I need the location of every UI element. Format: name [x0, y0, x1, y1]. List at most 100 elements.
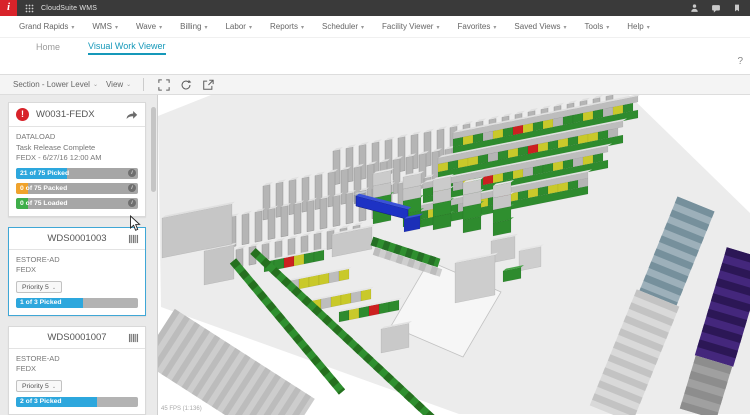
section-dropdown-label: Section - Lower Level	[13, 80, 90, 89]
progress-label: 1 of 3 Picked	[20, 298, 62, 306]
chevron-down-icon: ▾	[248, 25, 252, 31]
work-account: ESTORE-AD	[16, 353, 60, 363]
warehouse-scene	[158, 95, 750, 415]
chevron-down-icon: ▾	[606, 25, 610, 31]
work-carrier: FEDX	[16, 364, 37, 373]
chevron-down-icon: ▾	[159, 25, 163, 31]
warehouse-3d-viewport[interactable]: 45 FPS (1:136)	[157, 95, 750, 415]
user-icon[interactable]	[690, 3, 699, 13]
work-card[interactable]: WDS0001003 ESTORE-AD FEDX Priority 5 ⌄ 1 …	[8, 226, 146, 316]
menu-label: Labor	[225, 22, 246, 31]
view-dropdown[interactable]: View ⌄	[106, 80, 139, 89]
wave-carrier-date: FEDX - 6/27/16 12:00 AM	[16, 153, 102, 162]
work-card-header: WDS0001003	[9, 228, 145, 249]
menu-item-wms[interactable]: WMS ▾	[83, 22, 127, 31]
reset-view-icon[interactable]	[180, 79, 192, 91]
barcode-icon[interactable]	[128, 234, 139, 244]
menu-label: Help	[627, 22, 644, 31]
menu-item-reports[interactable]: Reports ▾	[261, 22, 313, 31]
work-id: WDS0001007	[47, 331, 107, 343]
menu-item-grand-rapids[interactable]: Grand Rapids ▾	[10, 22, 83, 31]
app-window: i CloudSuite WMS Grand Rapids ▾ WMS ▾ Wave…	[0, 0, 750, 415]
fps-counter: 45 FPS (1:136)	[161, 406, 202, 412]
progress-label: 0 of 75 Packed	[20, 184, 68, 192]
viewer-toolbar: Section - Lower Level ⌄ View ⌄	[0, 74, 750, 95]
tab-visual-work-viewer[interactable]: Visual Work Viewer	[88, 41, 166, 55]
app-grid-icon[interactable]	[25, 4, 34, 13]
share-icon[interactable]	[125, 109, 138, 120]
tab-home[interactable]: Home	[36, 42, 60, 55]
menu-label: Saved Views	[514, 22, 561, 31]
work-id: WDS0001003	[47, 232, 107, 244]
menu-item-facility-viewer[interactable]: Facility Viewer ▾	[373, 22, 448, 31]
section-dropdown[interactable]: Section - Lower Level ⌄	[13, 80, 106, 89]
menu-item-favorites[interactable]: Favorites ▾	[448, 22, 505, 31]
work-card-body: ESTORE-AD FEDX Priority 5 ⌄ 2 of 3 Picked	[9, 349, 145, 414]
help-icon[interactable]: ?	[737, 56, 743, 67]
chevron-down-icon: ⌄	[126, 82, 132, 88]
menu-item-saved-views[interactable]: Saved Views ▾	[505, 22, 575, 31]
toolbar-divider	[143, 78, 145, 91]
chevron-down-icon: ⌄	[51, 383, 57, 390]
chevron-down-icon: ▾	[71, 25, 75, 31]
bookmark-icon[interactable]	[733, 3, 741, 13]
chevron-down-icon: ▾	[300, 25, 304, 31]
menu-item-help[interactable]: Help ▾	[618, 22, 658, 31]
work-card-body: ESTORE-AD FEDX Priority 5 ⌄ 1 of 3 Picked	[9, 250, 145, 315]
chevron-down-icon: ▾	[436, 25, 440, 31]
picked-progress-bar[interactable]: 2 of 3 Picked	[16, 396, 138, 407]
info-icon[interactable]: i	[128, 184, 136, 192]
menu-label: Reports	[269, 22, 298, 31]
menu-label: Billing	[180, 22, 202, 31]
wave-card-body: DATALOAD Task Release Complete FEDX - 6/…	[9, 127, 145, 216]
menu-label: Tools	[584, 22, 604, 31]
progress-label: 0 of 75 Loaded	[20, 199, 68, 207]
work-list-sidebar: ! W0031-FEDX DATALOAD Task Release Compl…	[0, 95, 157, 415]
menu-label: Facility Viewer	[382, 22, 434, 31]
work-card[interactable]: WDS0001007 ESTORE-AD FEDX Priority 5 ⌄ 2 …	[8, 325, 146, 415]
progress-label: 21 of 75 Picked	[20, 169, 70, 177]
chevron-down-icon: ▾	[646, 25, 650, 31]
export-icon[interactable]	[202, 79, 214, 91]
messages-icon[interactable]	[711, 3, 721, 13]
fit-to-screen-icon[interactable]	[158, 78, 170, 91]
chevron-down-icon: ▾	[361, 25, 365, 31]
menu-label: Wave	[135, 22, 157, 31]
wave-type: DATALOAD	[16, 132, 56, 141]
chevron-down-icon: ⌄	[51, 284, 57, 291]
picked-progress-bar[interactable]: 21 of 75 Picked i	[16, 167, 138, 179]
loaded-progress-bar[interactable]: 0 of 75 Loaded i	[16, 197, 138, 209]
progress-label: 2 of 3 Picked	[20, 397, 62, 405]
priority-label: Priority 5	[22, 283, 49, 291]
menu-item-scheduler[interactable]: Scheduler ▾	[313, 22, 373, 31]
mouse-cursor	[130, 215, 141, 231]
menu-item-labor[interactable]: Labor ▾	[216, 22, 260, 31]
wave-card[interactable]: ! W0031-FEDX DATALOAD Task Release Compl…	[8, 102, 146, 217]
sub-header: ?	[0, 55, 750, 74]
menu-item-wave[interactable]: Wave ▾	[127, 22, 171, 31]
chevron-down-icon: ⌄	[92, 82, 98, 88]
sidebar-scrollbar[interactable]	[151, 107, 156, 192]
priority-label: Priority 5	[22, 382, 49, 390]
info-icon[interactable]: i	[128, 169, 136, 177]
menu-label: Favorites	[457, 22, 491, 31]
barcode-icon[interactable]	[128, 333, 139, 343]
infor-logo: i	[0, 0, 17, 16]
chevron-down-icon: ▾	[563, 25, 567, 31]
priority-dropdown[interactable]: Priority 5 ⌄	[16, 281, 63, 293]
wave-card-header: ! W0031-FEDX	[9, 103, 145, 126]
menu-label: Grand Rapids	[19, 22, 69, 31]
packed-progress-bar[interactable]: 0 of 75 Packed i	[16, 182, 138, 194]
chevron-down-icon: ▾	[493, 25, 497, 31]
priority-dropdown[interactable]: Priority 5 ⌄	[16, 380, 63, 392]
work-card-header: WDS0001007	[9, 327, 145, 348]
menu-label: WMS	[92, 22, 112, 31]
info-icon[interactable]: i	[128, 199, 136, 207]
main-menu-bar: Grand Rapids ▾ WMS ▾ Wave ▾ Billing ▾ Labor ▾…	[0, 16, 750, 38]
top-bar-actions	[690, 3, 750, 13]
picked-progress-bar[interactable]: 1 of 3 Picked	[16, 297, 138, 308]
menu-item-billing[interactable]: Billing ▾	[171, 22, 216, 31]
main-content: ! W0031-FEDX DATALOAD Task Release Compl…	[0, 95, 750, 415]
menu-item-tools[interactable]: Tools ▾	[576, 22, 619, 31]
work-carrier: FEDX	[16, 265, 37, 274]
